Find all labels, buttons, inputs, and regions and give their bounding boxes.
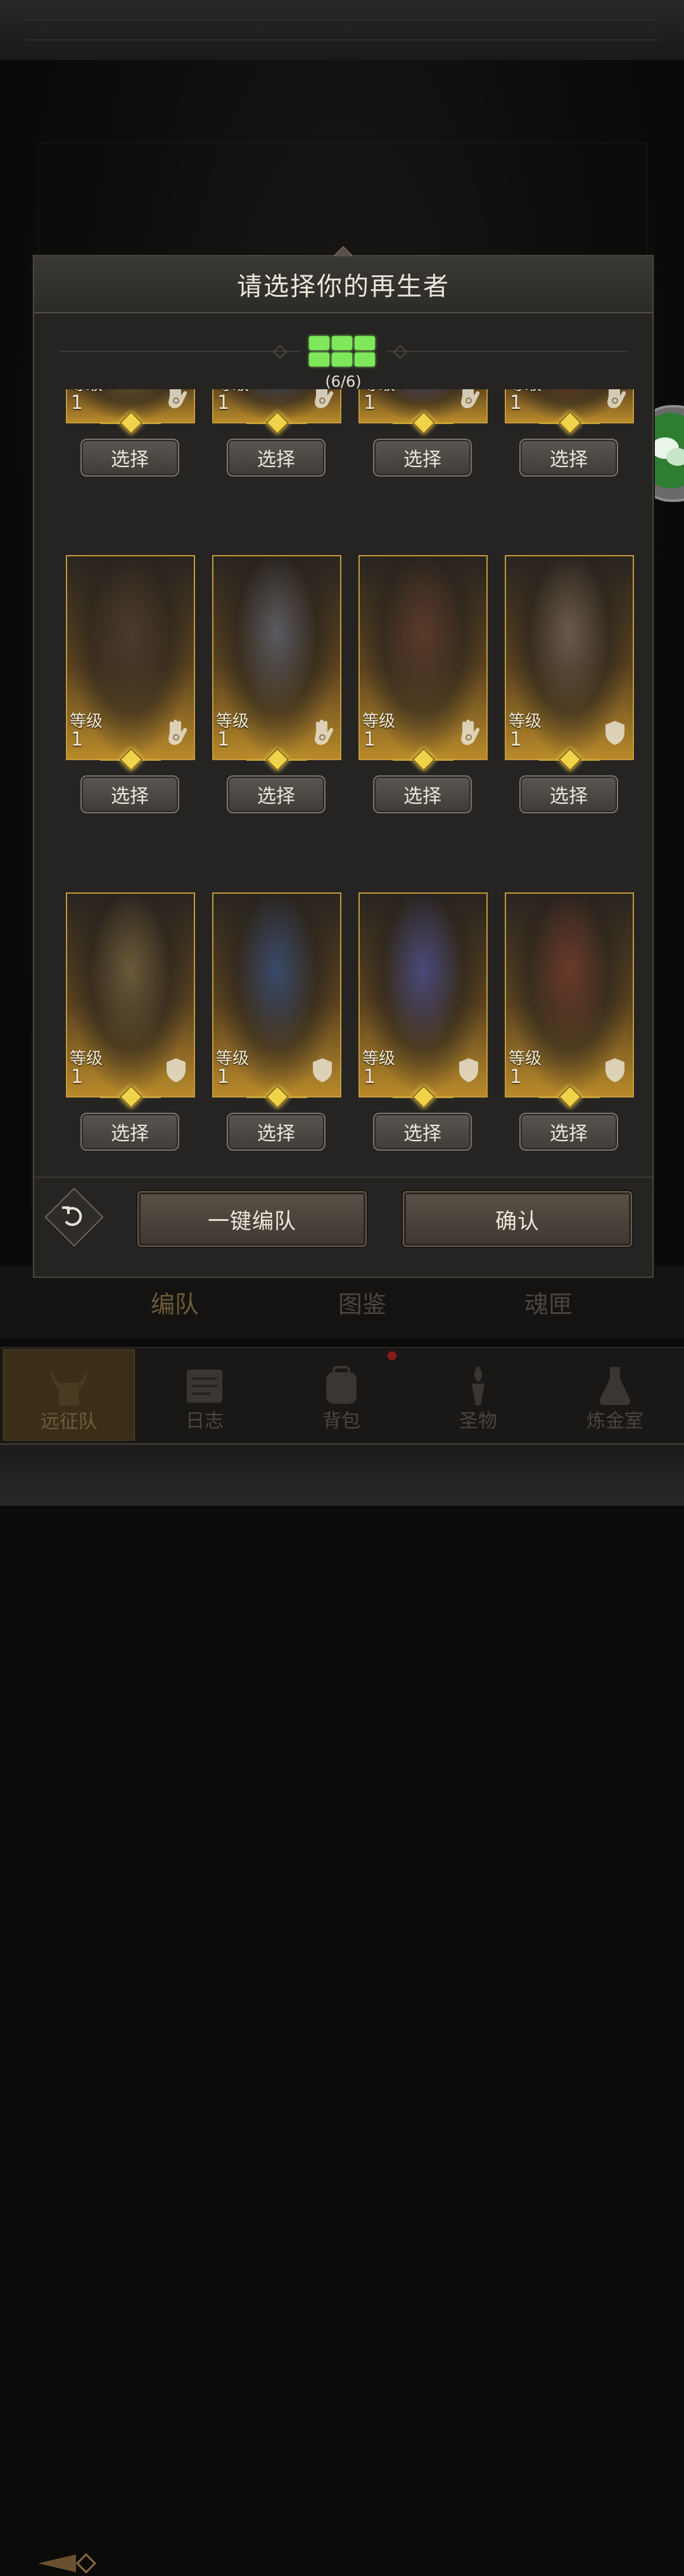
flask-icon <box>599 1367 631 1406</box>
nav-journal-label: 日志 <box>186 1410 224 1432</box>
hand-icon <box>457 389 480 410</box>
select-button[interactable]: 选择 <box>227 775 326 813</box>
confirm-button[interactable]: 确认 <box>403 1191 632 1247</box>
hero-card[interactable]: 等级1 <box>212 555 341 760</box>
nav-relic-label: 圣物 <box>459 1410 497 1432</box>
level-value: 1 <box>217 392 230 414</box>
nav-expedition[interactable]: 远征队 <box>3 1349 135 1441</box>
select-button[interactable]: 选择 <box>80 1113 179 1151</box>
nav-alchemy[interactable]: 炼金室 <box>550 1349 680 1439</box>
hero-card[interactable]: 等级1 <box>358 555 488 760</box>
notification-dot <box>388 1351 396 1360</box>
team-count: (6/6) <box>325 373 362 391</box>
shield-icon <box>165 1057 187 1084</box>
hero-card[interactable]: 等级1 <box>66 892 195 1097</box>
nav-bag-label: 背包 <box>322 1410 360 1432</box>
shield-icon <box>604 1057 626 1084</box>
tab-soul-box[interactable]: 魂匣 <box>524 1285 573 1320</box>
nav-journal[interactable]: 日志 <box>139 1349 270 1439</box>
top-ornament-bar <box>0 0 684 62</box>
hero-card[interactable]: 等级1 <box>66 555 195 760</box>
nav-relic[interactable]: 圣物 <box>413 1349 543 1439</box>
torch-icon <box>472 1366 484 1405</box>
select-button[interactable]: 选择 <box>373 775 472 813</box>
select-button[interactable]: 选择 <box>519 439 618 477</box>
level-value: 1 <box>510 728 522 751</box>
level-value: 1 <box>510 392 522 414</box>
select-button[interactable]: 选择 <box>519 1113 618 1151</box>
scroll-icon <box>187 1370 222 1403</box>
hand-icon <box>311 720 334 746</box>
hero-card[interactable]: 等级1 <box>358 892 488 1097</box>
shield-icon <box>457 1057 480 1084</box>
hand-icon <box>457 720 480 746</box>
hero-card[interactable]: 等级1 <box>212 892 341 1097</box>
tab-formation[interactable]: 编队 <box>151 1285 199 1320</box>
level-value: 1 <box>364 392 376 414</box>
shield-icon <box>604 720 626 746</box>
level-value: 1 <box>364 728 376 751</box>
level-value: 1 <box>364 1066 376 1088</box>
hero-select-dialog: 请选择你的再生者 (6/6) 等级1选择等级1选择等级1选择等级1选择等级1选择… <box>33 246 654 1278</box>
undo-icon <box>62 1206 82 1227</box>
select-button[interactable]: 选择 <box>80 439 179 477</box>
hand-icon <box>311 389 334 410</box>
select-button[interactable]: 选择 <box>227 439 326 477</box>
divider <box>34 1177 652 1178</box>
nav-bag[interactable]: 背包 <box>276 1349 407 1439</box>
level-value: 1 <box>217 1066 230 1088</box>
team-slots-icon <box>309 336 377 369</box>
auto-team-button[interactable]: 一键编队 <box>137 1191 367 1247</box>
back-arrow-icon[interactable] <box>38 2551 101 2576</box>
nav-expedition-label: 远征队 <box>41 1411 98 1433</box>
hand-icon <box>604 389 626 410</box>
level-value: 1 <box>71 728 84 751</box>
select-button[interactable]: 选择 <box>373 1113 472 1151</box>
level-value: 1 <box>217 728 230 751</box>
hero-card[interactable]: 等级1 <box>505 892 634 1097</box>
bottom-ornament-bar <box>0 1443 684 1506</box>
viking-helmet-icon <box>50 1368 88 1406</box>
select-button[interactable]: 选择 <box>373 439 472 477</box>
select-button[interactable]: 选择 <box>227 1113 326 1151</box>
hand-icon <box>165 389 187 410</box>
hand-icon <box>165 720 187 746</box>
level-value: 1 <box>71 1066 84 1088</box>
dialog-title: 请选择你的再生者 <box>34 256 652 313</box>
backpack-icon <box>326 1366 357 1404</box>
level-value: 1 <box>510 1066 522 1088</box>
select-button[interactable]: 选择 <box>80 775 179 813</box>
shield-icon <box>311 1057 334 1084</box>
hero-card[interactable]: 等级1 <box>505 555 634 760</box>
tab-codex[interactable]: 图鉴 <box>338 1285 386 1320</box>
team-progress: (6/6) <box>34 332 652 391</box>
level-value: 1 <box>71 392 84 414</box>
hero-card-list[interactable]: 等级1选择等级1选择等级1选择等级1选择等级1选择等级1选择等级1选择等级1选择… <box>34 389 652 1168</box>
nav-alchemy-label: 炼金室 <box>586 1410 643 1432</box>
select-button[interactable]: 选择 <box>519 775 618 813</box>
